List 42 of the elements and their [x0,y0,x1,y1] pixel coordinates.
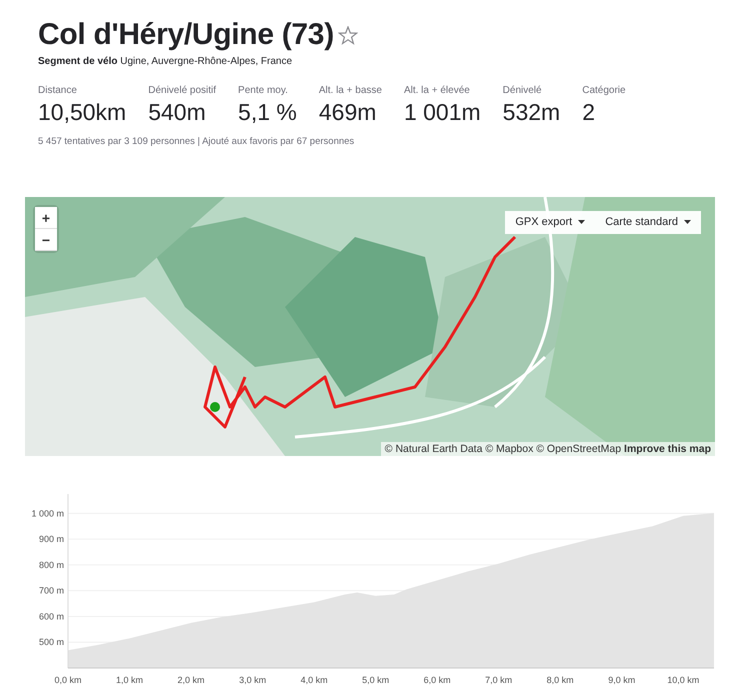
map-dropdown[interactable]: GPX export [505,211,596,234]
axis-label: 10,0 km [667,675,700,685]
segment-location: Segment de vélo Ugine, Auvergne-Rhône-Alpes, France [38,56,294,67]
axis-label: 8,0 km [546,675,574,685]
stat-label: Alt. la + élevée [404,85,471,96]
stat-label: Catégorie [582,85,626,96]
axis-label: 800 m [38,560,64,570]
axis-label: 6,0 km [424,675,451,685]
stat-label: Distance [38,85,78,96]
axis-label: 900 m [38,534,64,544]
map-attribution: © Natural Earth Data © Mapbox © OpenStreetMap [384,443,622,455]
axis-label: 9,0 km [608,675,636,685]
stat-value: 1 001m [404,99,481,126]
improve-map-link[interactable]: Improve this map [624,443,711,455]
stat-value: 10,50km [38,99,126,126]
axis-label: 4,0 km [300,675,328,685]
stat-value: 469m [318,99,378,126]
axis-label: 500 m [38,637,64,648]
stat-label: Alt. la + basse [318,85,382,96]
caret-icon [684,220,691,224]
star-icon[interactable] [338,26,358,44]
axis-label: 2,0 km [178,675,205,685]
axis-label: 700 m [38,586,64,596]
axis-label: 1 000 m [31,508,64,518]
stat-value: 532m [502,99,560,126]
axis-label: 0,0 km [54,675,82,685]
stat-label: Dénivelé [502,85,543,96]
stat-value: 2 [582,99,596,126]
stat-label: Dénivelé positif [148,85,216,96]
axis-label: 600 m [38,611,64,622]
zoom-in-button[interactable]: + [35,207,57,229]
stat-label: Pente moy. [238,85,289,96]
segment-title: Col d'Héry/Ugine (73) [38,18,334,52]
axis-label: 1,0 km [116,675,144,685]
axis-label: 3,0 km [239,675,266,685]
caret-icon [578,220,586,224]
stat-value: 5,1 % [238,99,297,126]
attempts-text: 5 457 tentatives par 3 109 personnes | Ajouté aux favoris par 67 personnes [38,136,356,147]
axis-label: 5,0 km [362,675,390,685]
map-dropdown[interactable]: Carte standard [595,211,701,234]
stat-value: 540m [148,99,207,126]
axis-label: 7,0 km [485,675,512,685]
